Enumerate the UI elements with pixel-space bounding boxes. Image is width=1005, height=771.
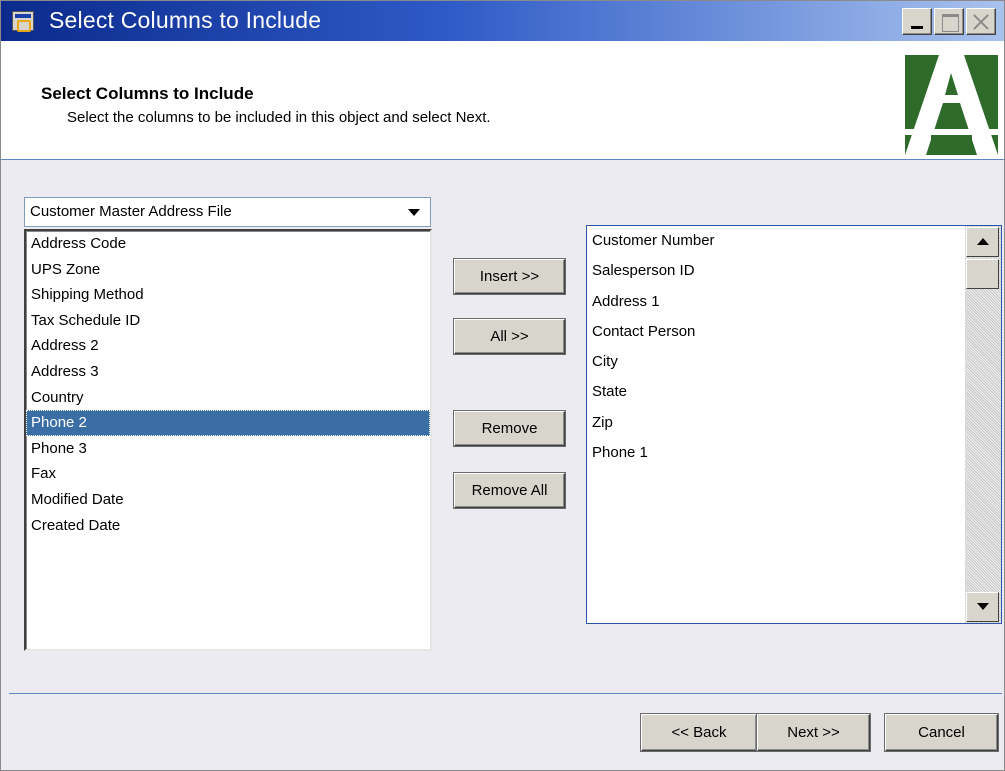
step-instructions: Select the columns to be included in thi… xyxy=(67,109,491,126)
available-column-item[interactable]: Address 2 xyxy=(26,333,430,359)
included-column-item[interactable]: Phone 1 xyxy=(587,438,1001,468)
wizard-header: Select Columns to Include Select the col… xyxy=(1,41,1004,160)
title-bar[interactable]: Select Columns to Include xyxy=(1,1,1004,41)
available-column-item[interactable]: Created Date xyxy=(26,513,430,539)
source-table-dropdown[interactable]: Customer Master Address File xyxy=(24,197,431,227)
included-column-item[interactable]: State xyxy=(587,377,1001,407)
available-column-item[interactable]: Tax Schedule ID xyxy=(26,308,430,334)
available-column-item[interactable]: Phone 2 xyxy=(26,410,430,436)
scroll-up-arrow-icon[interactable] xyxy=(966,227,999,257)
included-column-item[interactable]: Zip xyxy=(587,408,1001,438)
available-column-item[interactable]: UPS Zone xyxy=(26,257,430,283)
available-column-item[interactable]: Address 3 xyxy=(26,359,430,385)
window-title: Select Columns to Include xyxy=(49,7,322,33)
included-column-item[interactable]: Customer Number xyxy=(587,226,1001,256)
dialog-window: Select Columns to Include Select Columns… xyxy=(0,0,1005,771)
included-columns-list[interactable]: Customer Number Salesperson ID Address 1 Co… xyxy=(586,225,1002,624)
included-columns-items: Customer Number Salesperson ID Address 1 Co… xyxy=(587,226,1001,468)
close-button[interactable] xyxy=(966,8,996,35)
included-column-item[interactable]: City xyxy=(587,347,1001,377)
step-title: Select Columns to Include xyxy=(41,84,254,103)
logo-icon xyxy=(905,55,998,155)
dropdown-selected-value: Customer Master Address File xyxy=(30,203,232,220)
minimize-button[interactable] xyxy=(902,8,932,35)
available-column-item[interactable]: Address Code xyxy=(26,231,430,257)
insert-all-button[interactable]: All >> xyxy=(454,319,565,354)
scroll-down-arrow-icon[interactable] xyxy=(966,592,999,622)
application-icon[interactable] xyxy=(12,11,34,32)
next-button[interactable]: Next >> xyxy=(757,714,870,751)
insert-button[interactable]: Insert >> xyxy=(454,259,565,294)
available-column-item[interactable]: Modified Date xyxy=(26,487,430,513)
footer-divider xyxy=(9,693,1002,694)
available-columns-list[interactable]: Address Code UPS Zone Shipping Method Tax S… xyxy=(24,229,432,651)
remove-all-button[interactable]: Remove All xyxy=(454,473,565,508)
maximize-button[interactable] xyxy=(934,8,964,35)
vertical-scrollbar[interactable] xyxy=(965,226,1001,623)
included-column-item[interactable]: Contact Person xyxy=(587,317,1001,347)
available-column-item[interactable]: Country xyxy=(26,385,430,411)
scroll-thumb[interactable] xyxy=(966,259,999,289)
included-column-item[interactable]: Address 1 xyxy=(587,287,1001,317)
available-column-item[interactable]: Shipping Method xyxy=(26,282,430,308)
cancel-button[interactable]: Cancel xyxy=(885,714,998,751)
available-column-item[interactable]: Fax xyxy=(26,461,430,487)
included-column-item[interactable]: Salesperson ID xyxy=(587,256,1001,286)
company-logo xyxy=(905,55,998,155)
remove-button[interactable]: Remove xyxy=(454,411,565,446)
back-button[interactable]: << Back xyxy=(641,714,757,751)
dropdown-arrow-icon[interactable] xyxy=(408,209,420,216)
available-column-item[interactable]: Phone 3 xyxy=(26,436,430,462)
